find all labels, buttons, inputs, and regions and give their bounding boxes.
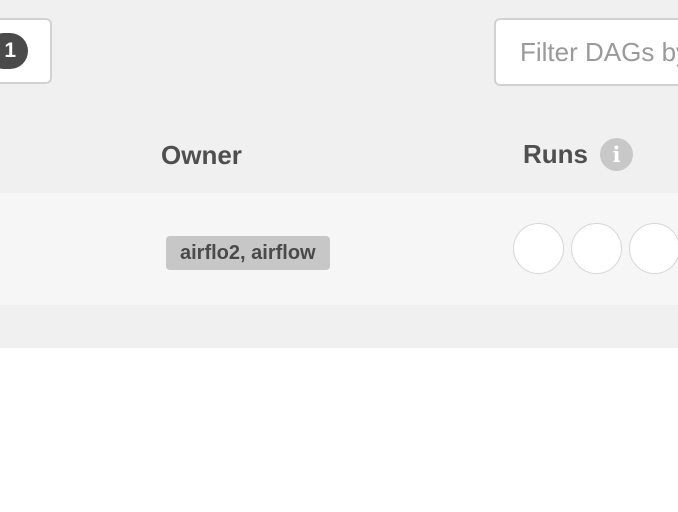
- info-icon[interactable]: i: [600, 138, 633, 171]
- dags-table-header-area: 1 Owner Runs i: [0, 0, 678, 193]
- column-header-owner[interactable]: Owner: [161, 140, 242, 171]
- column-header-runs: Runs i: [523, 138, 633, 171]
- run-status-circle[interactable]: [571, 223, 622, 274]
- column-header-owner-label: Owner: [161, 140, 242, 170]
- run-status-circle[interactable]: [629, 223, 678, 274]
- filter-dags-input[interactable]: [494, 18, 678, 86]
- owner-badge[interactable]: airflo2, airflow: [166, 236, 330, 270]
- dags-page: 1 Owner Runs i airflo2, airflow: [0, 0, 678, 512]
- table-row: airflo2, airflow: [0, 193, 678, 305]
- table-footer: [0, 305, 678, 348]
- column-header-runs-label: Runs: [523, 139, 588, 169]
- run-status-circle[interactable]: [513, 223, 564, 274]
